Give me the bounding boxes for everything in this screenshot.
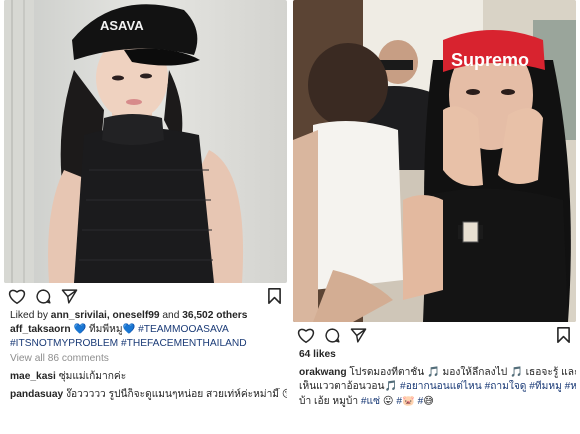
comment-text: ง๊อววววว รูปนี้ก็จะดูแมนๆหน่อย สวยเท่ห์ค… bbox=[66, 389, 287, 401]
post-caption: aff_taksaorn 💙 ทีมพี่หมู💙 #TEAMMOOASAVA bbox=[4, 323, 287, 337]
emoji: 😅 bbox=[423, 395, 434, 407]
caption-text: โปรดมองที่ตาชั้น 🎵 มองให้ลึกลงไป 🎵 เธอจะ… bbox=[349, 367, 576, 379]
hashtag[interactable]: #ถามใจดู bbox=[485, 381, 527, 392]
photo-woman-red-headband: Supremo bbox=[293, 0, 576, 322]
hashtag[interactable]: #TEAMMOOASAVA bbox=[138, 324, 229, 335]
caption-continued: เห็นแววตาอ้อนวอน🎵 #อยากนอนแต่ไหน #ถามใจด… bbox=[293, 380, 576, 394]
liked-by-line: Liked by ann_srivilai, oneself99 and 36,… bbox=[4, 309, 287, 323]
cap-text: ASAVA bbox=[100, 18, 144, 33]
caption-text: 💙 ทีมพี่หมู💙 bbox=[73, 324, 136, 336]
heart-icon[interactable] bbox=[8, 288, 26, 305]
caption-continued: บ้า เอ้ย หมูบ้า #แซ่ 😛 #🐷 #😅 bbox=[293, 395, 576, 409]
emoji: 😛 bbox=[382, 395, 394, 407]
caption-username[interactable]: orakwang bbox=[299, 367, 347, 378]
caption-text: เห็นแววตาอ้อนวอน🎵 bbox=[299, 381, 398, 393]
instagram-post-right: Supremo 64 likes orakwang โปรดมองที่ตาชั… bbox=[293, 0, 576, 409]
action-bar-right bbox=[293, 322, 576, 348]
comment-icon[interactable] bbox=[35, 288, 52, 305]
hashtag[interactable]: #ทีมหมู bbox=[529, 381, 562, 392]
post-photo-left[interactable]: ASAVA bbox=[4, 0, 287, 283]
hashtag[interactable]: #ITSNOTMYPROBLEM #THEFACEMENTHAILAND bbox=[10, 338, 247, 349]
caption-text: บ้า เอ้ย หมูบ้า bbox=[299, 395, 359, 407]
liked-by-connector: and bbox=[162, 310, 180, 321]
caption-username[interactable]: aff_taksaorn bbox=[10, 324, 71, 335]
likes-count[interactable]: 64 likes bbox=[293, 348, 576, 362]
bookmark-icon[interactable] bbox=[268, 288, 281, 309]
hashtag[interactable]: #อยากนอนแต่ไหน bbox=[400, 381, 482, 392]
likes-count[interactable]: 36,502 others bbox=[182, 310, 247, 321]
hashtag[interactable]: #หมู bbox=[565, 381, 576, 392]
emoji: 🐷 bbox=[402, 395, 415, 407]
liked-by-user[interactable]: oneself99 bbox=[113, 310, 160, 321]
hashtag[interactable]: #แซ่ bbox=[361, 396, 380, 407]
liked-by-label: Liked by bbox=[10, 310, 48, 321]
headband-text: Supremo bbox=[451, 50, 529, 70]
instagram-post-left: ASAVA Liked by ann_srivilai, oneself99 a… bbox=[4, 0, 287, 402]
liked-by-user[interactable]: ann_srivilai, bbox=[51, 310, 110, 321]
view-all-comments-link[interactable]: View all 86 comments bbox=[4, 352, 287, 366]
heart-icon[interactable] bbox=[297, 327, 315, 344]
bookmark-icon[interactable] bbox=[557, 327, 570, 348]
share-icon[interactable] bbox=[61, 288, 78, 305]
share-icon[interactable] bbox=[350, 327, 367, 344]
comment-text: ซุ่มแม่เก้มากค่ะ bbox=[58, 370, 127, 382]
post-caption: orakwang โปรดมองที่ตาชั้น 🎵 มองให้ลึกลงไ… bbox=[293, 366, 576, 380]
caption-hashtags: #ITSNOTMYPROBLEM #THEFACEMENTHAILAND bbox=[4, 337, 287, 351]
action-bar-left bbox=[4, 283, 287, 309]
comment-item: mae_kasi ซุ่มแม่เก้มากค่ะ bbox=[4, 370, 287, 384]
photo-woman-black-cap: ASAVA bbox=[4, 0, 287, 283]
comment-item: pandasuay ง๊อววววว รูปนี้ก็จะดูแมนๆหน่อย… bbox=[4, 388, 287, 402]
comment-icon[interactable] bbox=[324, 327, 341, 344]
comment-username[interactable]: pandasuay bbox=[10, 389, 63, 400]
post-photo-right[interactable]: Supremo bbox=[293, 0, 576, 322]
comment-username[interactable]: mae_kasi bbox=[10, 371, 56, 382]
